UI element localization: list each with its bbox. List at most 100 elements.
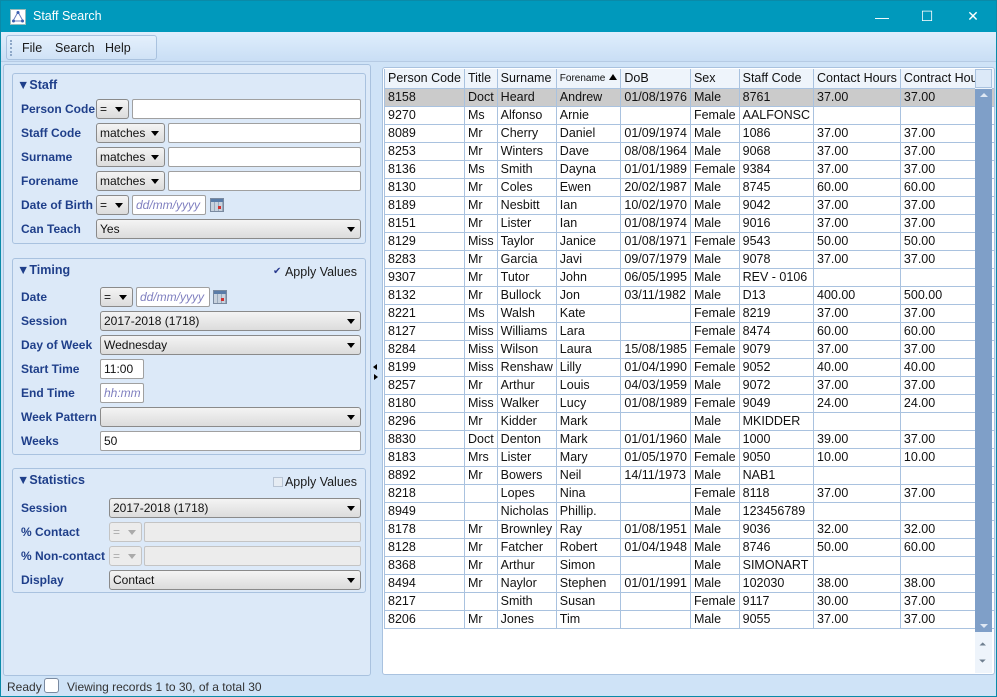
cell-dob[interactable]: 01/08/1951 [620,519,691,539]
can-teach-select[interactable]: Yes [96,219,361,239]
cell-contact-hours[interactable]: 37.00 [813,213,901,233]
cell-contact-hours[interactable]: 37.00 [813,375,901,395]
cell-dob[interactable]: 01/04/1948 [620,537,691,557]
cell-forename[interactable]: Lilly [555,357,622,377]
cell-person-code[interactable]: 8151 [384,213,465,233]
table-row[interactable]: 8217 Smith Susan Female 9117 30.00 37.00 [384,591,994,611]
table-row[interactable]: 8199 Miss Renshaw Lilly 01/04/1990 Female 9052… [384,357,994,377]
cell-forename[interactable]: Tim [555,609,622,629]
display-select[interactable]: Contact [109,570,361,590]
cell-person-code[interactable]: 8217 [384,591,465,611]
table-row[interactable]: 8129 Miss Taylor Janice 01/08/1971 Female 9543… [384,231,994,251]
cell-sex[interactable]: Female [689,159,740,179]
table-row[interactable]: 8130 Mr Coles Ewen 20/02/1987 Male 8745 60.00 60… [384,177,994,197]
cell-staff-code[interactable]: SIMONART [738,555,815,575]
cell-forename[interactable]: Andrew [555,87,622,107]
table-row[interactable]: 8128 Mr Fatcher Robert 01/04/1948 Male 8746 50.… [384,537,994,557]
cell-title[interactable]: Mr [463,465,498,485]
cell-person-code[interactable]: 8494 [384,573,465,593]
cell-person-code[interactable]: 8892 [384,465,465,485]
calendar-icon[interactable] [210,198,224,212]
table-row[interactable]: 8132 Mr Bullock Jon 03/11/1982 Male D13 400.00 5… [384,285,994,305]
cell-title[interactable]: Mr [463,573,498,593]
cell-surname[interactable]: Smith [496,591,557,611]
cell-title[interactable]: Mr [463,537,498,557]
pane-splitter[interactable] [372,64,380,676]
table-row[interactable]: 8284 Miss Wilson Laura 15/08/1985 Female 9079 3… [384,339,994,359]
person-code-input[interactable] [132,99,361,119]
cell-staff-code[interactable]: 8746 [738,537,815,557]
cell-sex[interactable]: Female [689,321,740,341]
cell-person-code[interactable]: 8368 [384,555,465,575]
cell-forename[interactable]: Dave [555,141,622,161]
cell-contact-hours[interactable]: 50.00 [813,231,901,251]
close-button[interactable]: ✕ [950,1,996,32]
cell-contact-hours[interactable]: 40.00 [813,357,901,377]
cell-surname[interactable]: Coles [496,177,557,197]
cell-title[interactable] [463,591,498,611]
cell-surname[interactable]: Williams [496,321,557,341]
cell-sex[interactable]: Female [689,591,740,611]
cell-surname[interactable]: Taylor [496,231,557,251]
cell-person-code[interactable]: 8130 [384,177,465,197]
cell-surname[interactable]: Renshaw [496,357,557,377]
table-row[interactable]: 8206 Mr Jones Tim Male 9055 37.00 37.00 [384,609,994,629]
cell-staff-code[interactable]: 9117 [738,591,815,611]
cell-surname[interactable]: Fatcher [496,537,557,557]
day-of-week-select[interactable]: Wednesday [100,335,361,355]
cell-forename[interactable]: Louis [555,375,622,395]
cell-dob[interactable] [620,321,691,341]
cell-staff-code[interactable]: 1000 [738,429,815,449]
cell-surname[interactable]: Walsh [496,303,557,323]
cell-contact-hours[interactable] [813,411,901,431]
cell-sex[interactable]: Male [689,285,740,305]
cell-staff-code[interactable]: 102030 [738,573,815,593]
cell-title[interactable]: Mr [463,519,498,539]
cell-forename[interactable]: Stephen [555,573,622,593]
cell-contact-hours[interactable]: 10.00 [813,447,901,467]
table-row[interactable]: 8158 Doct Heard Andrew 01/08/1976 Male 8761 37.… [384,87,994,107]
cell-dob[interactable] [620,483,691,503]
cell-sex[interactable]: Female [689,303,740,323]
cell-staff-code[interactable]: 9049 [738,393,815,413]
dob-input[interactable]: dd/mm/yyyy [132,195,206,215]
cell-dob[interactable] [620,501,691,521]
cell-forename[interactable]: Lara [555,321,622,341]
date-operator[interactable]: = [100,287,133,307]
cell-person-code[interactable]: 8218 [384,483,465,503]
scroll-down-icon[interactable] [980,624,988,628]
cell-title[interactable]: Mr [463,375,498,395]
cell-person-code[interactable]: 8253 [384,141,465,161]
cell-title[interactable]: Ms [463,303,498,323]
cell-person-code[interactable]: 8183 [384,447,465,467]
cell-contact-hours[interactable]: 30.00 [813,591,901,611]
cell-title[interactable]: Mr [463,177,498,197]
cell-forename[interactable]: Kate [555,303,622,323]
cell-title[interactable]: Mr [463,195,498,215]
minimize-button[interactable]: — [859,1,905,32]
cell-dob[interactable]: 09/07/1979 [620,249,691,269]
cell-contact-hours[interactable]: 37.00 [813,87,901,107]
cell-contact-hours[interactable]: 37.00 [813,339,901,359]
cell-forename[interactable]: Mary [555,447,622,467]
cell-sex[interactable]: Male [689,465,740,485]
cell-title[interactable]: Ms [463,105,498,125]
cell-sex[interactable]: Male [689,411,740,431]
cell-title[interactable]: Miss [463,321,498,341]
surname-operator[interactable]: matches [96,147,165,167]
column-header-title[interactable]: Title [463,69,498,89]
cell-dob[interactable]: 15/08/1985 [620,339,691,359]
cell-sex[interactable]: Male [689,573,740,593]
column-header-forename[interactable]: Forename [555,69,622,89]
cell-forename[interactable]: Lucy [555,393,622,413]
cell-forename[interactable]: Nina [555,483,622,503]
cell-staff-code[interactable]: 9079 [738,339,815,359]
cell-staff-code[interactable]: 8761 [738,87,815,107]
cell-surname[interactable]: Lister [496,447,557,467]
cell-person-code[interactable]: 8206 [384,609,465,629]
cell-dob[interactable]: 08/08/1964 [620,141,691,161]
table-row[interactable]: 8368 Mr Arthur Simon Male SIMONART [384,555,994,575]
cell-dob[interactable]: 20/02/1987 [620,177,691,197]
cell-person-code[interactable]: 8284 [384,339,465,359]
cell-surname[interactable]: Arthur [496,375,557,395]
